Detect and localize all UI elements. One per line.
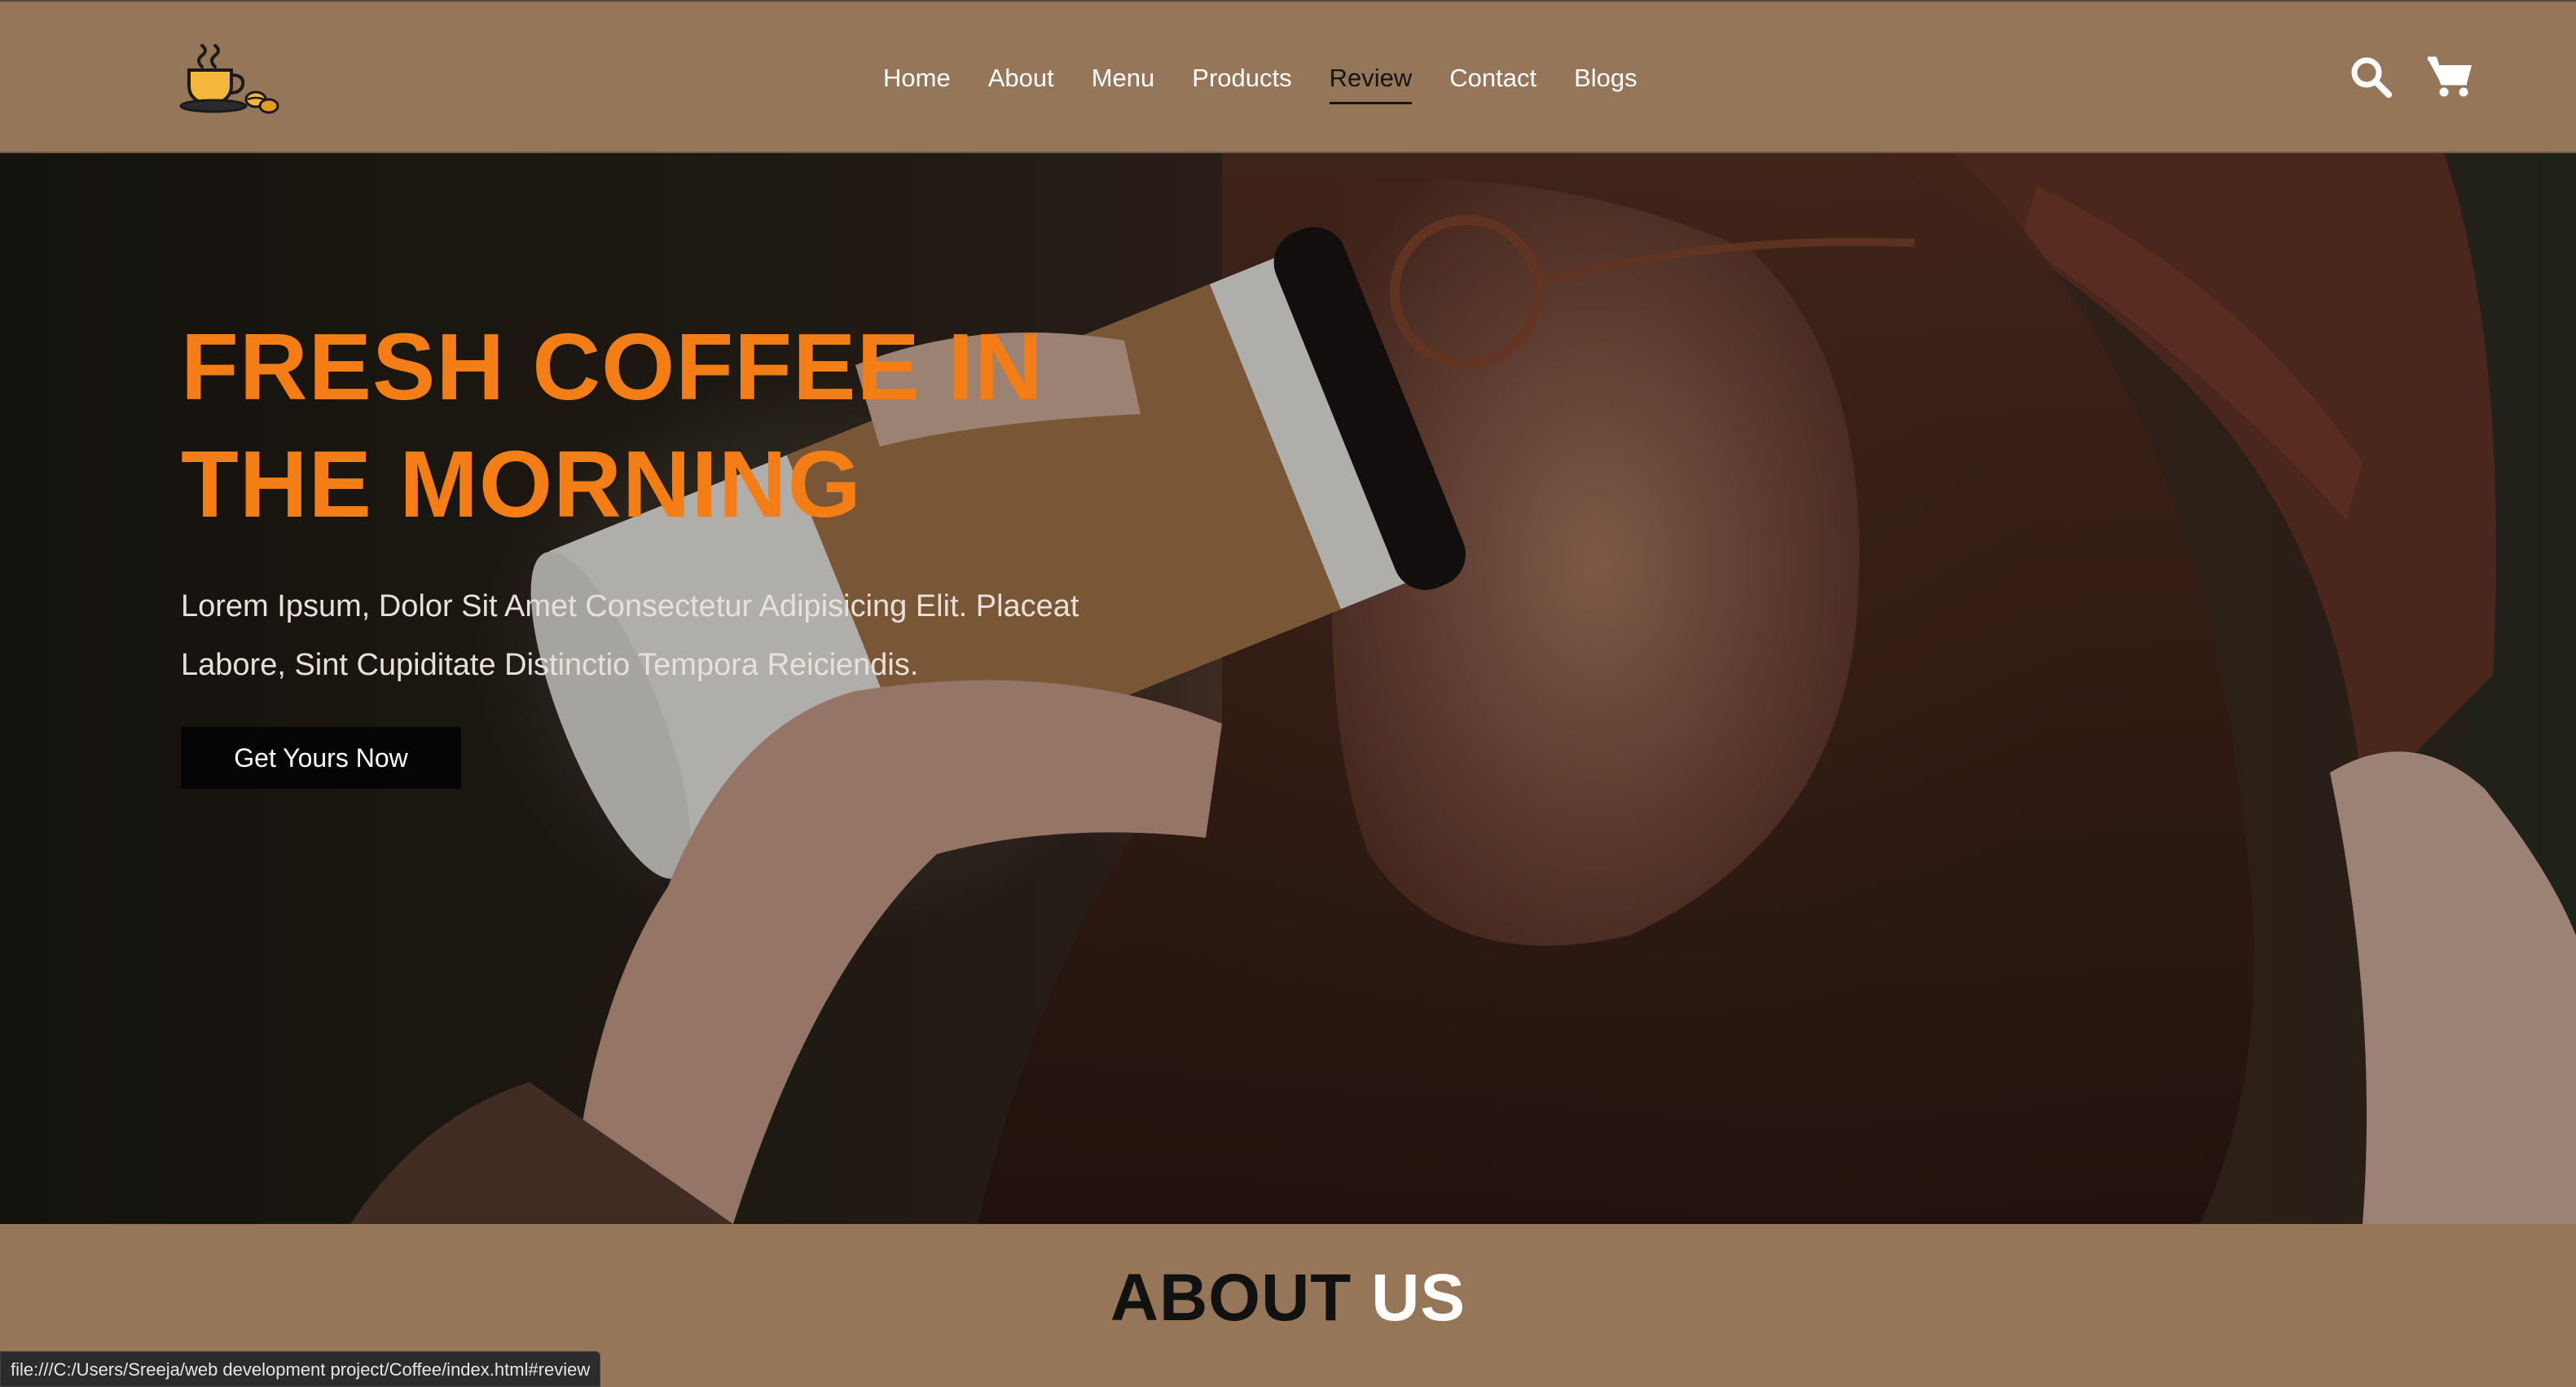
hero-section: FRESH COFFEE IN THE MORNING Lorem Ipsum,… bbox=[0, 153, 2576, 1224]
nav-products-link[interactable]: Products bbox=[1192, 57, 1291, 99]
coffee-cup-logo-icon[interactable] bbox=[178, 37, 282, 119]
hero-title-line2: THE MORNING bbox=[181, 431, 862, 537]
hero-content: FRESH COFFEE IN THE MORNING Lorem Ipsum,… bbox=[181, 308, 1158, 789]
cart-icon[interactable] bbox=[2426, 52, 2475, 101]
page: Home About Menu Products Review Contact … bbox=[0, 0, 2576, 1387]
nav-blogs-link[interactable]: Blogs bbox=[1574, 57, 1637, 99]
nav-contact-link[interactable]: Contact bbox=[1449, 57, 1536, 99]
hero-title: FRESH COFFEE IN THE MORNING bbox=[181, 308, 1158, 543]
hero-title-line1: FRESH COFFEE IN bbox=[181, 314, 1044, 420]
main-nav: Home About Menu Products Review Contact … bbox=[883, 2, 1675, 155]
about-heading-word1: ABOUT bbox=[1110, 1261, 1352, 1335]
nav-home-link[interactable]: Home bbox=[883, 57, 951, 99]
about-heading: ABOUT US bbox=[0, 1260, 2576, 1336]
nav-about-link[interactable]: About bbox=[988, 57, 1054, 99]
search-icon[interactable] bbox=[2346, 52, 2395, 101]
about-heading-word2: US bbox=[1371, 1261, 1466, 1335]
site-header: Home About Menu Products Review Contact … bbox=[0, 0, 2576, 153]
nav-review-link[interactable]: Review bbox=[1329, 57, 1412, 104]
hero-subtitle: Lorem Ipsum, Dolor Sit Amet Consectetur … bbox=[181, 589, 1079, 682]
header-icons bbox=[2346, 52, 2475, 101]
get-yours-now-button[interactable]: Get Yours Now bbox=[181, 727, 461, 789]
browser-status-bar: file:///C:/Users/Sreeja/web development … bbox=[0, 1351, 601, 1387]
nav-menu-link[interactable]: Menu bbox=[1092, 57, 1155, 99]
